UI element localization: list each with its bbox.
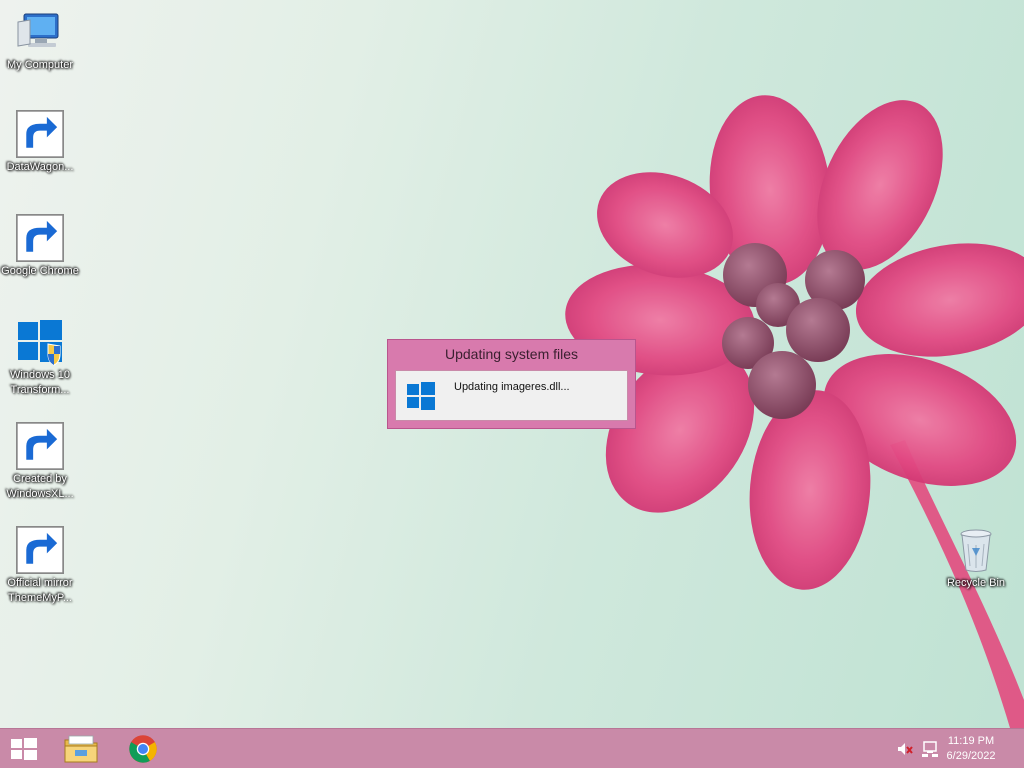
start-icon (11, 737, 37, 760)
volume-muted-icon[interactable] (896, 740, 914, 758)
dialog-body: Updating imageres.dll... (395, 370, 628, 421)
desktop-icon-my-computer[interactable]: My Computer (0, 8, 80, 73)
start-button[interactable] (0, 729, 48, 768)
clock-time: 11:19 PM (947, 735, 995, 747)
clock-date: 6/29/2022 (946, 750, 996, 762)
desktop-icon-label: DataWagon... (6, 161, 74, 173)
dialog-message: Updating imageres.dll... (454, 381, 570, 393)
star-shortcut-icon (15, 110, 65, 158)
chrome-icon (16, 422, 64, 470)
dialog-title: Updating system files (444, 346, 579, 362)
shortcut-arrow-icon (16, 214, 64, 262)
update-dialog: Updating system files Updating imageres.… (387, 339, 636, 429)
shortcut-arrow-icon (16, 422, 64, 470)
taskbar-chrome-button[interactable] (118, 729, 168, 768)
desktop-icon-label: Created by WindowsXL... (6, 473, 74, 500)
desktop-icon-created-by-windowsxl[interactable]: Created by WindowsXL... (0, 422, 80, 502)
windows-logo-icon (407, 382, 435, 410)
desktop-icon-datawagon[interactable]: DataWagon... (0, 110, 80, 175)
taskbar-file-explorer-button[interactable] (56, 729, 106, 768)
desktop-icon-google-chrome[interactable]: Google Chrome (0, 214, 80, 279)
chrome-icon (16, 526, 64, 574)
desktop-icon-label: Recycle Bin (946, 577, 1006, 589)
desktop-icon-label: Google Chrome (1, 265, 79, 277)
taskbar-clock[interactable]: 11:19 PM 6/29/2022 (936, 734, 1006, 764)
file-explorer-icon (64, 735, 98, 762)
desktop-icon-label: Official mirror ThemeMyP... (7, 577, 73, 604)
desktop-icon-label: My Computer (6, 59, 74, 71)
recycle-bin-icon (952, 526, 1000, 574)
desktop-icon-windows-10-transform[interactable]: Windows 10 Transform... (0, 318, 80, 398)
shortcut-arrow-icon (16, 526, 64, 574)
computer-icon (16, 8, 64, 56)
chrome-icon (129, 734, 157, 763)
desktop-icon-label: Windows 10 Transform... (10, 369, 70, 396)
desktop-icon-official-mirror[interactable]: Official mirror ThemeMyP... (0, 526, 80, 606)
taskbar: 11:19 PM 6/29/2022 (0, 728, 1024, 768)
shortcut-arrow-icon (16, 110, 64, 158)
chrome-icon (16, 214, 64, 262)
desktop[interactable]: My Computer DataWagon... Google Chrome W… (0, 0, 1024, 728)
desktop-icon-recycle-bin[interactable]: Recycle Bin (936, 526, 1016, 591)
windows-shield-icon (16, 318, 64, 366)
